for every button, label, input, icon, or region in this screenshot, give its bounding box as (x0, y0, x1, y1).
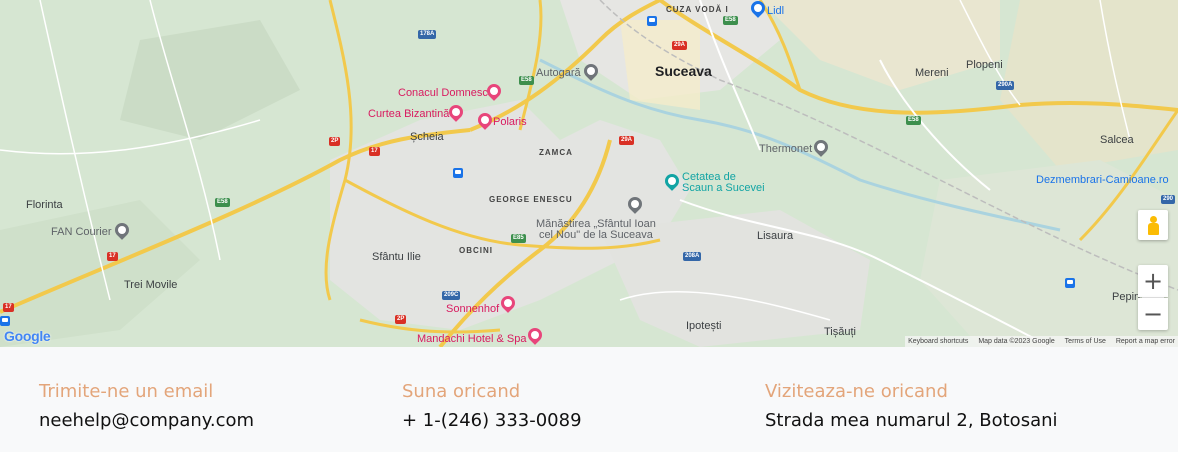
poi-label-manastirea[interactable]: Mănăstirea „Sfântul Ioan cel Nou" de la S… (536, 219, 656, 241)
bus-station-icon[interactable] (647, 16, 657, 26)
street-view-pegman-icon[interactable] (1138, 210, 1168, 240)
road-shield-e58: E58 (215, 198, 230, 207)
poi-label-polaris[interactable]: Polaris (493, 116, 527, 128)
email-heading: Trimite-ne un email (39, 381, 214, 402)
zoom-in-button[interactable]: + (1138, 265, 1168, 297)
road-shield-e58: E58 (906, 116, 921, 125)
address-text: Strada mea numarul 2, Botosani (765, 410, 1058, 431)
google-logo[interactable]: Google (4, 328, 51, 344)
road-shield-17: 17 (107, 252, 118, 261)
road-shield-17: 17 (3, 303, 14, 312)
road-shield-e58: E58 (723, 16, 738, 25)
zoom-out-button[interactable]: − (1138, 298, 1168, 330)
town-label-sfantu-ilie[interactable]: Sfântu Ilie (372, 251, 421, 263)
town-label-pepin[interactable]: Pepin (1112, 291, 1140, 303)
district-label-zamca: ZAMCA (539, 148, 573, 157)
road-shield-290: 290 (1161, 195, 1176, 204)
poi-label-curtea-bizantina[interactable]: Curtea Bizantină (368, 108, 449, 120)
map-attribution-bar: Keyboard shortcuts Map data ©2023 Google… (905, 336, 1178, 347)
contact-info-section: Trimite-ne un email neehelp@company.com … (0, 347, 1178, 452)
town-label-ipotesti[interactable]: Ipotești (686, 320, 721, 332)
town-label-scheia[interactable]: Șcheia (410, 131, 444, 143)
road-shield-208a: 208A (683, 252, 702, 261)
report-map-error-link[interactable]: Report a map error (1116, 338, 1175, 345)
contact-email-block: Trimite-ne un email neehelp@company.com (39, 381, 254, 431)
bus-station-icon[interactable] (453, 168, 463, 178)
town-label-lisaura[interactable]: Lisaura (757, 230, 793, 242)
terms-of-use-link[interactable]: Terms of Use (1065, 338, 1106, 345)
town-label-mereni[interactable]: Mereni (915, 67, 949, 79)
poi-label-conacul-domnesc[interactable]: Conacul Domnesc (398, 87, 488, 99)
map-data-text: Map data ©2023 Google (978, 338, 1055, 345)
poi-label-cetatea-line2: Scaun a Sucevei (682, 182, 765, 194)
poi-label-autogara[interactable]: Autogară (536, 67, 581, 79)
train-station-icon[interactable] (1065, 278, 1075, 288)
road-shield-e58: E58 (519, 76, 534, 85)
city-label-suceava[interactable]: Suceava (655, 63, 712, 79)
road-shield-e85: E85 (511, 234, 526, 243)
map-view[interactable]: 178A E58 E58 E58 E58 29A 29A 2P 2P 17 17… (0, 0, 1178, 347)
poi-label-fan-courier[interactable]: FAN Courier (51, 226, 112, 238)
google-logo-text: Google (4, 328, 51, 344)
road-shield-2p: 2P (395, 315, 407, 324)
contact-phone-block: Suna oricand + 1-(246) 333-0089 (402, 381, 582, 431)
map-canvas (0, 0, 1178, 347)
address-heading: Viziteaza-ne oricand (765, 381, 948, 402)
poi-label-cetatea[interactable]: Cetatea de Scaun a Sucevei (682, 172, 765, 194)
town-label-florinta[interactable]: Florinta (26, 199, 63, 211)
poi-label-lidl[interactable]: Lidl (767, 5, 784, 17)
town-label-tisauti[interactable]: Tișăuți (824, 326, 856, 338)
poi-label-dezmembrari[interactable]: Dezmembrari-Camioane.ro (1036, 174, 1169, 186)
road-shield-17: 17 (369, 147, 380, 156)
keyboard-shortcuts-link[interactable]: Keyboard shortcuts (908, 338, 968, 345)
district-label-obcini: OBCINI (459, 246, 493, 255)
town-label-trei-movile[interactable]: Trei Movile (124, 279, 177, 291)
poi-label-thermonet[interactable]: Thermonet (759, 143, 812, 155)
poi-label-sonnenhof[interactable]: Sonnenhof (446, 303, 499, 315)
road-shield-29a: 29A (619, 136, 635, 145)
email-address-link[interactable]: neehelp@company.com (39, 410, 254, 431)
phone-heading: Suna oricand (402, 381, 521, 402)
road-shield-178a: 178A (418, 30, 437, 39)
district-label-cuza-voda: CUZA VODĂ I (666, 5, 729, 14)
phone-number-link[interactable]: + 1-(246) 333-0089 (402, 410, 582, 431)
contact-address-block: Viziteaza-ne oricand Strada mea numarul … (765, 381, 1058, 431)
district-label-george-enescu: GEORGE ENESCU (489, 195, 573, 204)
town-label-plopeni[interactable]: Plopeni (966, 59, 1003, 71)
poi-label-manastirea-line2: cel Nou" de la Suceava (538, 229, 653, 241)
road-shield-29a: 29A (672, 41, 688, 50)
road-shield-209c: 209C (442, 291, 461, 300)
town-label-salcea[interactable]: Salcea (1100, 134, 1134, 146)
road-shield-2p: 2P (329, 137, 341, 146)
bus-station-icon[interactable] (0, 316, 10, 326)
road-shield-290a: 290A (996, 81, 1015, 90)
poi-label-mandachi[interactable]: Mandachi Hotel & Spa (417, 333, 526, 345)
